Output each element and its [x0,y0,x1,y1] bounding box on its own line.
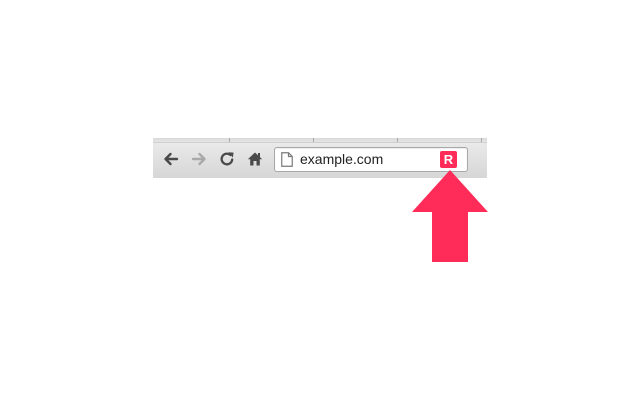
reload-icon [220,152,234,166]
forward-button[interactable] [190,150,208,168]
home-icon [247,152,263,166]
arrow-left-icon [164,152,179,166]
tab-strip [153,138,487,143]
extension-icon[interactable]: R [440,151,457,168]
address-bar[interactable]: example.com R [274,147,468,172]
arrow-right-icon [191,152,206,166]
page-icon [281,152,293,167]
reload-button[interactable] [218,150,236,168]
arrow-up-icon [412,170,488,262]
home-button[interactable] [246,150,264,168]
back-button[interactable] [162,150,180,168]
url-text: example.com [300,151,384,167]
